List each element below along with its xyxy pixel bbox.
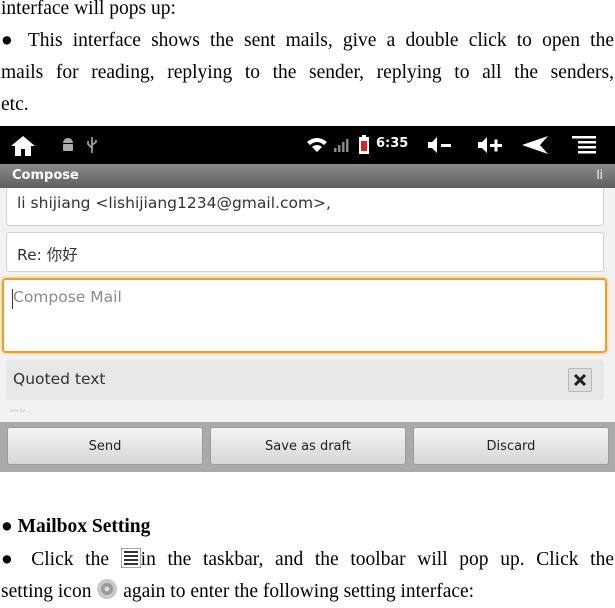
action-button-bar: Send Save as draft Discard	[0, 422, 615, 472]
status-bar: 6:35	[0, 126, 615, 164]
volume-up-icon[interactable]	[476, 135, 504, 155]
doc-para2-line2: setting icon again to enter the followin…	[1, 576, 614, 608]
signal-icon	[334, 139, 349, 152]
wifi-icon	[307, 138, 327, 152]
quoted-text-bar: Quoted text	[6, 360, 604, 400]
usb-icon	[87, 137, 97, 153]
subject-field[interactable]: Re: 你好	[6, 232, 604, 272]
account-label: li	[596, 168, 603, 182]
para2-line1-start: ● Click the	[1, 549, 121, 570]
volume-down-icon[interactable]	[426, 135, 454, 155]
compose-body-field[interactable]: Compose Mail	[2, 278, 607, 353]
to-field[interactable]: li shijiang <lishijiang1234@gmail.com>,	[6, 188, 604, 226]
settings-gear-icon	[97, 579, 118, 599]
android-compose-screenshot: 6:35 Compose li li shijiang <lishijiang1…	[0, 126, 615, 472]
quoted-text-label: Quoted text	[13, 370, 106, 388]
save-draft-button[interactable]: Save as draft	[210, 427, 406, 465]
para2-line2-start: setting icon	[1, 581, 97, 602]
discard-button[interactable]: Discard	[413, 427, 609, 465]
faint-footer-text: sent by ...	[10, 408, 30, 413]
doc-para2-line1: ● Click the in the taskbar, and the tool…	[1, 544, 614, 576]
doc-intro-line: interface will pops up:	[1, 0, 176, 19]
menu-icon[interactable]	[572, 136, 596, 154]
doc-para1-line1: ● This interface shows the sent mails, g…	[1, 30, 614, 51]
para2-line1-end: in the taskbar, and the toolbar will pop…	[140, 549, 614, 570]
send-button[interactable]: Send	[7, 427, 203, 465]
clock-time: 6:35	[376, 136, 409, 151]
taskbar-menu-icon	[120, 548, 141, 568]
battery-icon	[359, 135, 369, 154]
home-icon[interactable]	[10, 135, 36, 157]
close-icon	[573, 373, 587, 387]
back-icon[interactable]	[520, 135, 550, 155]
compose-title: Compose	[12, 168, 79, 183]
android-icon	[63, 138, 73, 151]
doc-para1-line2: mails for reading, replying to the sende…	[1, 62, 614, 83]
mailbox-setting-heading: ● Mailbox Setting	[1, 516, 151, 537]
compose-title-bar: Compose li	[0, 164, 615, 188]
para2-line2-end: again to enter the following setting int…	[118, 581, 475, 602]
subject-field-value: Re: 你好	[17, 246, 78, 264]
to-field-value: li shijiang <lishijiang1234@gmail.com>,	[17, 194, 331, 212]
doc-para1-line3: etc.	[1, 94, 29, 115]
remove-quoted-button[interactable]	[568, 368, 592, 392]
compose-body-placeholder: Compose Mail	[13, 288, 122, 306]
